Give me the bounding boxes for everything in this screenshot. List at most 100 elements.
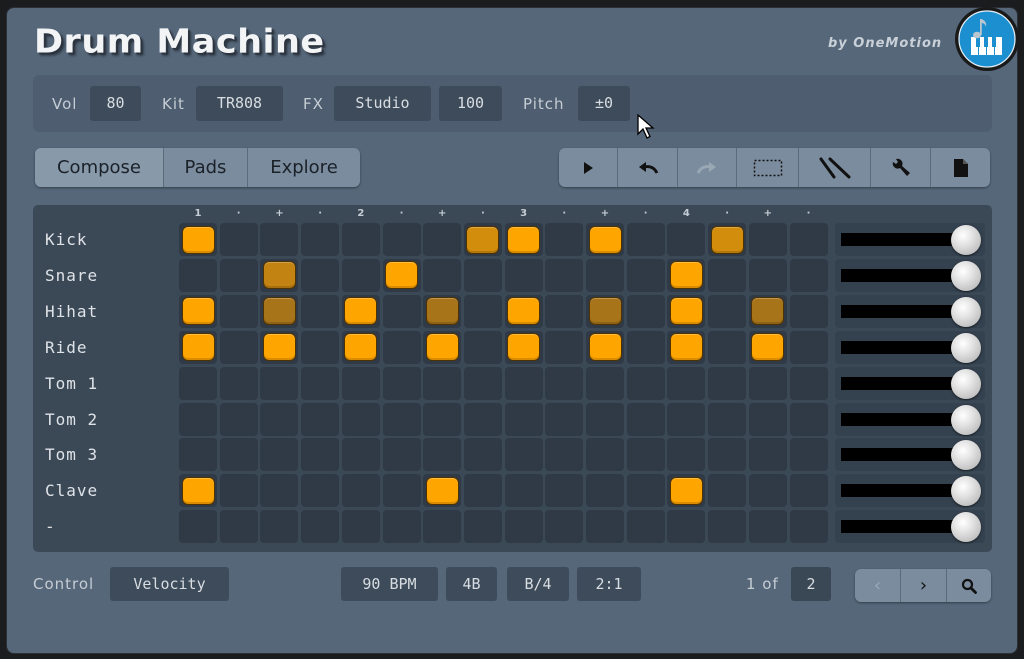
step-cell[interactable] [504, 258, 543, 292]
active-step-pad[interactable] [181, 333, 215, 362]
active-step-pad[interactable] [751, 297, 785, 326]
step-cell[interactable] [708, 294, 747, 328]
step-cell[interactable] [789, 510, 828, 544]
step-cell[interactable] [545, 330, 584, 364]
redo-button[interactable] [678, 148, 737, 187]
step-cell[interactable] [504, 366, 543, 400]
step-cell[interactable] [789, 402, 828, 436]
bpm-field[interactable]: 90 BPM [341, 567, 438, 601]
step-cell[interactable] [301, 366, 340, 400]
step-cell[interactable] [504, 438, 543, 472]
active-step-pad[interactable] [425, 297, 459, 326]
volume-knob[interactable] [951, 368, 981, 399]
step-cell[interactable] [341, 366, 380, 400]
select-button[interactable] [737, 148, 799, 187]
step-cell[interactable] [748, 402, 787, 436]
step-cell[interactable] [504, 402, 543, 436]
step-cell[interactable] [586, 474, 624, 508]
active-step-pad[interactable] [466, 225, 500, 254]
step-cell[interactable] [179, 258, 217, 292]
step-cell[interactable] [382, 294, 421, 328]
zoom-button[interactable] [947, 569, 991, 602]
fx-amount-field[interactable]: 100 [439, 86, 502, 121]
step-cell[interactable] [423, 402, 462, 436]
step-cell[interactable] [301, 474, 340, 508]
step-cell[interactable] [301, 510, 340, 544]
step-cell[interactable] [708, 330, 747, 364]
step-cell[interactable] [545, 438, 584, 472]
swing-field[interactable]: 2:1 [577, 567, 641, 601]
step-cell[interactable] [626, 366, 665, 400]
active-step-pad[interactable] [385, 261, 418, 290]
step-cell[interactable] [341, 510, 380, 544]
step-cell[interactable] [626, 438, 665, 472]
vol-field[interactable]: 80 [90, 86, 141, 121]
step-cell[interactable] [463, 366, 502, 400]
active-step-pad[interactable] [669, 297, 703, 326]
volume-knob[interactable] [951, 404, 981, 435]
active-step-pad[interactable] [344, 297, 378, 326]
step-cell[interactable] [708, 402, 747, 436]
active-step-pad[interactable] [181, 297, 215, 326]
active-step-pad[interactable] [507, 297, 541, 326]
step-cell[interactable] [667, 402, 706, 436]
step-cell[interactable] [382, 223, 421, 256]
active-step-pad[interactable] [588, 333, 622, 362]
active-step-pad[interactable] [262, 297, 296, 326]
step-cell[interactable] [586, 366, 624, 400]
step-cell[interactable] [545, 402, 584, 436]
step-cell[interactable] [423, 223, 462, 256]
step-cell[interactable] [545, 510, 584, 544]
step-cell[interactable] [586, 438, 624, 472]
step-cell[interactable] [586, 510, 624, 544]
active-step-pad[interactable] [181, 225, 215, 254]
tab-explore[interactable]: Explore [248, 148, 360, 187]
step-cell[interactable] [341, 223, 380, 256]
volume-knob[interactable] [951, 225, 981, 255]
step-cell[interactable] [423, 510, 462, 544]
step-cell[interactable] [748, 366, 787, 400]
step-cell[interactable] [748, 438, 787, 472]
step-cell[interactable] [219, 474, 258, 508]
step-cell[interactable] [219, 294, 258, 328]
step-cell[interactable] [463, 330, 502, 364]
step-cell[interactable] [219, 438, 258, 472]
step-cell[interactable] [219, 366, 258, 400]
step-cell[interactable] [219, 510, 258, 544]
undo-button[interactable] [618, 148, 678, 187]
step-cell[interactable] [423, 366, 462, 400]
signature-field[interactable]: B/4 [507, 567, 569, 601]
step-cell[interactable] [463, 294, 502, 328]
step-cell[interactable] [545, 258, 584, 292]
step-cell[interactable] [789, 258, 828, 292]
active-step-pad[interactable] [181, 476, 215, 505]
step-cell[interactable] [301, 294, 340, 328]
active-step-pad[interactable] [710, 225, 744, 254]
step-cell[interactable] [789, 330, 828, 364]
drumsticks-button[interactable] [799, 148, 871, 187]
file-button[interactable] [931, 148, 990, 187]
active-step-pad[interactable] [425, 476, 459, 505]
control-select[interactable]: Velocity [110, 567, 229, 601]
step-cell[interactable] [789, 294, 828, 328]
step-cell[interactable] [789, 474, 828, 508]
volume-knob[interactable] [951, 296, 981, 327]
step-cell[interactable] [626, 330, 665, 364]
step-cell[interactable] [301, 438, 340, 472]
step-cell[interactable] [341, 402, 380, 436]
step-cell[interactable] [301, 330, 340, 364]
pitch-field[interactable]: ±0 [578, 86, 630, 121]
step-cell[interactable] [463, 402, 502, 436]
volume-knob[interactable] [951, 332, 981, 363]
step-cell[interactable] [179, 438, 217, 472]
active-step-pad[interactable] [588, 297, 622, 326]
beats-field[interactable]: 4B [446, 567, 497, 601]
step-cell[interactable] [423, 438, 462, 472]
step-cell[interactable] [301, 223, 340, 256]
step-cell[interactable] [382, 330, 421, 364]
step-cell[interactable] [708, 510, 747, 544]
step-cell[interactable] [463, 438, 502, 472]
step-cell[interactable] [748, 474, 787, 508]
volume-knob[interactable] [951, 260, 981, 291]
fx-select[interactable]: Studio [334, 86, 431, 121]
